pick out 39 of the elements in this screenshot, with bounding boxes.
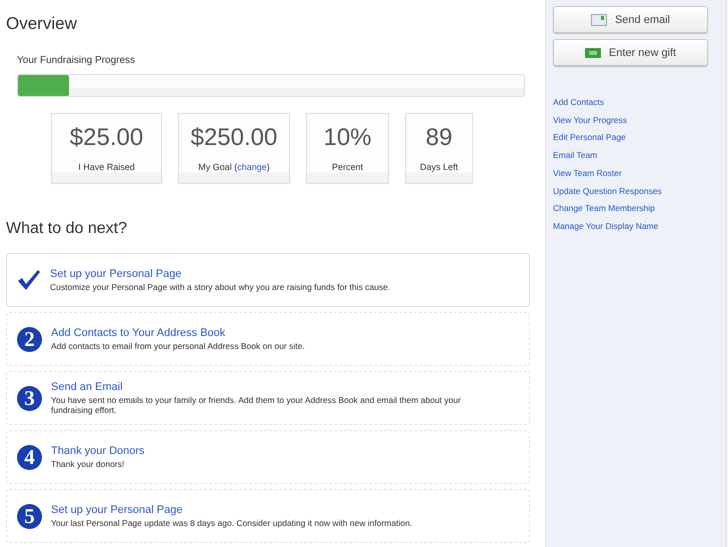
email-button[interactable]: Send email (553, 6, 708, 33)
stat-value: 10% (323, 124, 372, 152)
step-link[interactable]: Send an Email (51, 381, 461, 393)
step-link[interactable]: Add Contacts to Your Address Book (51, 327, 305, 339)
change-link[interactable]: change (237, 162, 267, 172)
cash-icon (584, 48, 601, 58)
stat-label: Days Left (420, 162, 458, 172)
stat-label: I Have Raised (78, 162, 135, 172)
gift-button[interactable]: Enter new gift (553, 39, 708, 66)
progress-label: Your Fundraising Progress (17, 55, 136, 66)
step-number: 3 (17, 386, 42, 410)
sidebar-link[interactable]: Email Team (553, 150, 726, 162)
step-description: Customize your Personal Page with a story about why you are raising funds for this cause. (50, 282, 390, 292)
stat-value: $25.00 (70, 124, 144, 152)
step-link[interactable]: Thank your Donors (51, 445, 145, 457)
section-title: What to do next? (6, 220, 128, 238)
step-number: 5 (17, 504, 42, 528)
step-number: 4 (17, 444, 42, 470)
stat-value: $250.00 (190, 124, 278, 152)
step-description: Thank your donors! (51, 459, 126, 469)
step-description: Add contacts to email from your personal Address Book on our site. (51, 341, 305, 351)
checkmark-icon (17, 269, 41, 291)
sidebar-link[interactable]: Add Contacts (553, 97, 726, 109)
sidebar-link[interactable]: View Team Roster (553, 168, 726, 180)
step-description: Your last Personal Page update was 8 days ago. Consider updating it now with new information. (51, 518, 412, 528)
sidebar-link[interactable]: Edit Personal Page (553, 132, 726, 144)
step-description: You have sent no emails to your family or friends. Add them to your Address Book and email them about your fundraising effort. (51, 395, 461, 415)
step-link[interactable]: Set up your Personal Page (50, 268, 390, 280)
stat-label: My Goal (change) (198, 162, 270, 172)
envelope-icon (590, 14, 607, 26)
sidebar-link[interactable]: Change Team Membership (553, 203, 726, 215)
sidebar-link[interactable]: Manage Your Display Name (553, 220, 726, 233)
section-title: Overview (6, 14, 78, 34)
step-link[interactable]: Set up your Personal Page (51, 504, 412, 516)
stat-value: 89 (426, 124, 452, 152)
stat-label: Percent (332, 162, 364, 172)
step-number: 2 (17, 326, 42, 352)
sidebar-link[interactable]: Update Question Responses (553, 186, 726, 198)
sidebar-link[interactable]: View Your Progress (553, 114, 726, 126)
